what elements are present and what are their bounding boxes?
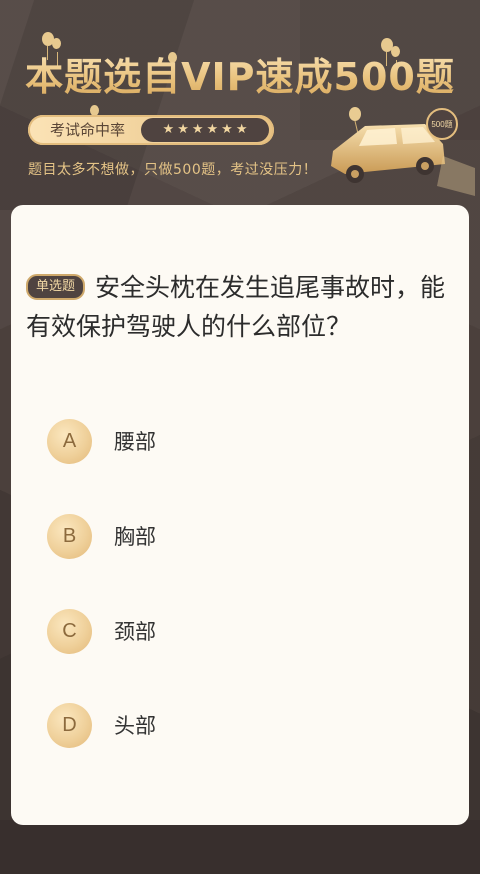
500-badge-icon: 500题 (426, 108, 458, 140)
star-icon: ★ (235, 122, 248, 137)
option-label: 胸部 (114, 525, 156, 549)
question-text: 安全头枕在发生追尾事故时，能有效保护驾驶人的什么部位？ (26, 273, 446, 341)
question-block: 单选题 安全头枕在发生追尾事故时，能有效保护驾驶人的什么部位？ (26, 268, 446, 346)
option-label: 头部 (114, 714, 156, 738)
hit-rate-pill: 考试命中率 ★ ★ ★ ★ ★ ★ (28, 115, 274, 145)
question-card: 单选题 安全头枕在发生追尾事故时，能有效保护驾驶人的什么部位？ A 腰部 B 胸部… (11, 205, 469, 825)
option-b[interactable]: B 胸部 (47, 513, 347, 559)
option-d[interactable]: D 头部 (47, 702, 347, 748)
star-icon: ★ (206, 122, 219, 137)
option-letter-badge: B (47, 513, 92, 559)
promo-header: 本题选自VIP速成500题 考试命中率 ★ ★ ★ ★ ★ ★ 题目太多不想做，… (0, 0, 480, 210)
car-badge-text: 500题 (431, 120, 452, 129)
promo-title: 本题选自VIP速成500题 (0, 46, 480, 101)
star-icon: ★ (177, 122, 189, 137)
option-a[interactable]: A 腰部 (47, 418, 347, 464)
balloon-icon (349, 107, 361, 121)
promo-subtitle: 题目太多不想做，只做500题，考过没压力！ (28, 162, 318, 178)
star-icon: ★ (221, 122, 233, 137)
hit-rate-label: 考试命中率 (50, 121, 126, 139)
rating-stars: ★ ★ ★ ★ ★ ★ (141, 118, 269, 142)
option-letter-badge: D (47, 702, 92, 748)
option-label: 颈部 (114, 620, 156, 644)
star-icon: ★ (162, 122, 175, 137)
question-type-badge: 单选题 (26, 274, 86, 300)
bg-facet (0, 820, 480, 874)
star-icon: ★ (191, 122, 204, 137)
option-letter-badge: A (47, 418, 92, 464)
car-illustration: 500题 (331, 107, 475, 196)
option-c[interactable]: C 颈部 (47, 608, 347, 654)
option-letter-badge: C (47, 608, 92, 654)
question-text-wrap: 单选题 安全头枕在发生追尾事故时，能有效保护驾驶人的什么部位？ (26, 273, 445, 341)
option-label: 腰部 (114, 430, 156, 454)
